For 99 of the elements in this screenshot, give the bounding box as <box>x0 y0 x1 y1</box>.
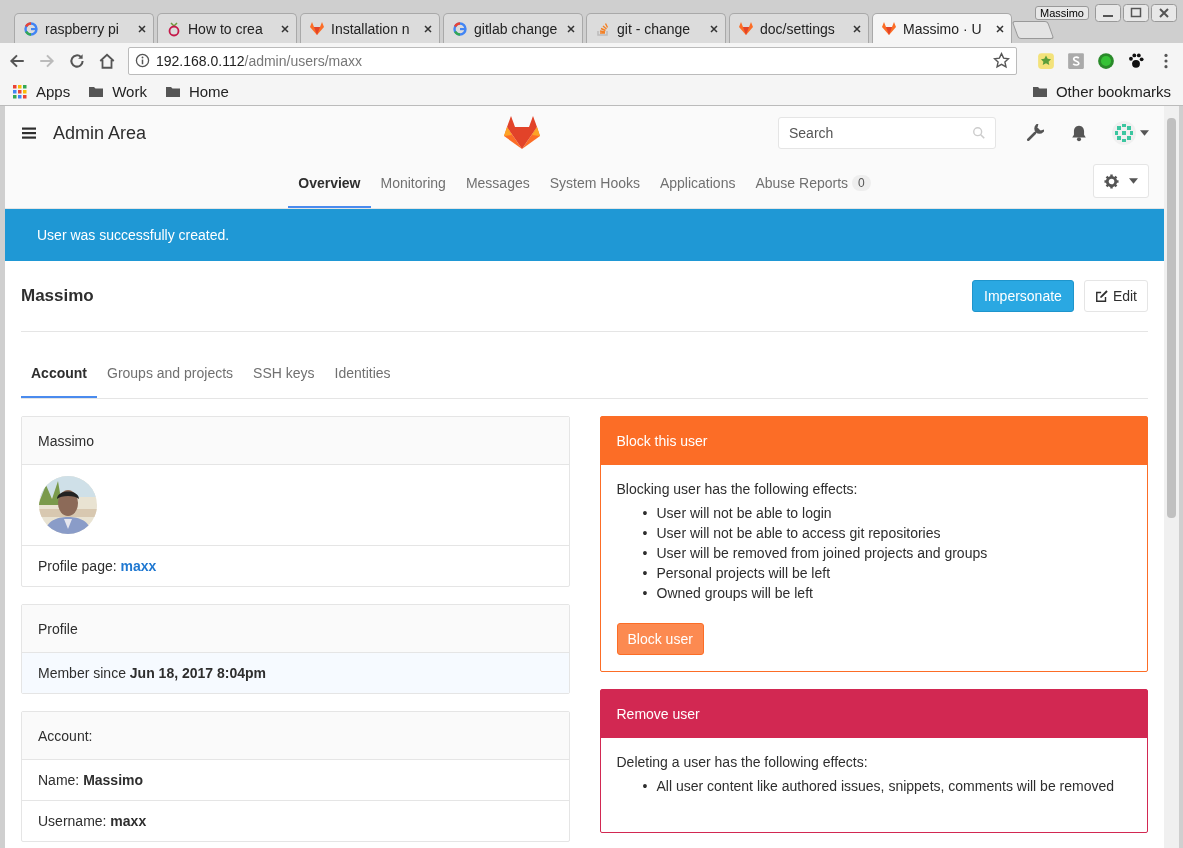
bullet: • <box>642 504 649 523</box>
minimize-icon[interactable] <box>1095 4 1121 22</box>
url-text: 192.168.0.112/admin/users/maxx <box>156 52 363 69</box>
close-icon[interactable] <box>1151 4 1177 22</box>
browser-tab[interactable]: Installation n <box>300 13 440 43</box>
bookmark[interactable]: Work <box>88 83 147 100</box>
close-icon[interactable] <box>280 23 290 34</box>
info-text: Member since Jun 18, 2017 8:04pm <box>38 665 266 681</box>
paw-icon[interactable] <box>1127 51 1145 70</box>
tab-title: How to crea <box>188 20 264 37</box>
caret-icon <box>1129 178 1138 184</box>
settings-dropdown[interactable] <box>1093 164 1149 198</box>
panel-heading: Account: <box>22 712 569 760</box>
profile-link-text: Profile page: maxx <box>38 558 157 574</box>
stack-icon <box>595 20 611 37</box>
profile-tab[interactable]: Account <box>21 350 97 398</box>
profile-name[interactable]: Massimo <box>1035 6 1089 20</box>
close-icon[interactable] <box>852 23 862 34</box>
nav-tab[interactable]: Abuse Reports 0 <box>745 160 881 208</box>
close-icon[interactable] <box>566 23 576 34</box>
fox-icon <box>881 20 897 37</box>
effect-item: User will be removed from joined projects and groups <box>656 544 988 563</box>
browser-tab[interactable]: How to crea <box>157 13 297 43</box>
tab-title: doc/settings <box>760 20 836 37</box>
browser-tab[interactable]: raspberry pi <box>14 13 154 43</box>
bookmark[interactable]: Other bookmarks <box>1031 83 1171 100</box>
effect-item: Personal projects will be left <box>656 564 831 583</box>
tab-title: Installation n <box>331 20 411 37</box>
apps-icon <box>12 83 28 100</box>
scrollbar[interactable] <box>1164 106 1179 848</box>
tab-title: raspberry pi <box>45 20 120 37</box>
profile-tab[interactable]: SSH keys <box>243 350 325 398</box>
bullet: • <box>642 584 649 603</box>
extension-icon[interactable] <box>1037 51 1055 70</box>
browser-tab[interactable]: git - change <box>586 13 726 43</box>
extension-icon[interactable] <box>1097 51 1115 70</box>
bookmark[interactable]: Apps <box>12 83 71 100</box>
close-icon[interactable] <box>137 23 147 34</box>
tab-title: git - change <box>617 20 692 37</box>
edit-icon <box>1094 289 1109 303</box>
profile-tab[interactable]: Groups and projects <box>97 350 244 398</box>
effect-item: Owned groups will be left <box>656 584 813 603</box>
tab-title: gitlab change <box>474 20 559 37</box>
edit-button[interactable]: Edit <box>1083 280 1148 312</box>
effect-item: User will not be able to login <box>656 504 832 523</box>
count-badge: 0 <box>852 175 871 191</box>
google-icon <box>23 20 39 37</box>
effect-item: All user content like authored issues, snippets, comments will be removed <box>656 777 1115 796</box>
close-icon[interactable] <box>995 23 1005 34</box>
panel-heading: Massimo <box>22 417 569 465</box>
nav-tab[interactable]: Messages <box>455 160 540 208</box>
star-icon[interactable] <box>993 52 1010 69</box>
nav-tab[interactable]: System Hooks <box>539 160 650 208</box>
scrollbar-thumb[interactable] <box>1167 118 1176 518</box>
browser-tab[interactable]: doc/settings <box>729 13 869 43</box>
info-icon[interactable] <box>135 53 150 68</box>
user-name: Massimo <box>21 286 94 306</box>
fox-logo-icon[interactable] <box>504 116 541 150</box>
bullet: • <box>642 777 649 796</box>
flash-text: User was successfully created. <box>37 227 230 243</box>
close-icon[interactable] <box>709 23 719 34</box>
panel-heading: Block this user <box>600 417 1147 465</box>
fox-icon <box>309 20 325 37</box>
wrench-icon[interactable] <box>1026 124 1044 142</box>
identicon-icon <box>1112 121 1136 145</box>
page-title: Admin Area <box>53 122 147 144</box>
search-field[interactable]: Search <box>778 117 996 149</box>
nav-tab[interactable]: Applications <box>649 160 746 208</box>
bullet: • <box>642 524 649 543</box>
google-icon <box>452 20 468 37</box>
caret-icon <box>1140 130 1149 136</box>
info-text: Name: Massimo <box>38 772 144 788</box>
reload-icon[interactable] <box>68 51 86 70</box>
browser-tab[interactable]: Massimo · U <box>872 13 1012 43</box>
intro-text: Blocking user has the following effects: <box>616 481 859 497</box>
raspberry-icon <box>166 20 182 37</box>
bullet: • <box>642 564 649 583</box>
nav-tab[interactable]: Monitoring <box>370 160 456 208</box>
close-icon[interactable] <box>423 23 433 34</box>
panel-heading: Remove user <box>600 690 1147 738</box>
effect-item: User will not be able to access git repositories <box>656 524 941 543</box>
intro-text: Deleting a user has the following effects: <box>616 754 869 770</box>
search-icon <box>972 126 986 140</box>
bullet: • <box>642 544 649 563</box>
profile-tab[interactable]: Identities <box>324 350 401 398</box>
bell-icon[interactable] <box>1070 124 1088 142</box>
info-text: Username: maxx <box>38 813 147 829</box>
home-icon[interactable] <box>98 51 116 70</box>
address-bar[interactable]: 192.168.0.112/admin/users/maxx <box>128 46 1017 75</box>
bookmark[interactable]: Home <box>164 83 229 100</box>
tab-title: Massimo · U <box>903 20 983 37</box>
menu-icon[interactable] <box>21 125 37 141</box>
browser-tab[interactable]: gitlab change <box>443 13 583 43</box>
user-menu[interactable] <box>1112 121 1149 145</box>
profile-link[interactable]: maxx <box>120 558 157 574</box>
fox-icon <box>738 20 754 37</box>
panel-heading: Profile <box>22 605 569 653</box>
maximize-icon[interactable] <box>1123 4 1149 22</box>
settings-icon <box>1104 173 1119 189</box>
